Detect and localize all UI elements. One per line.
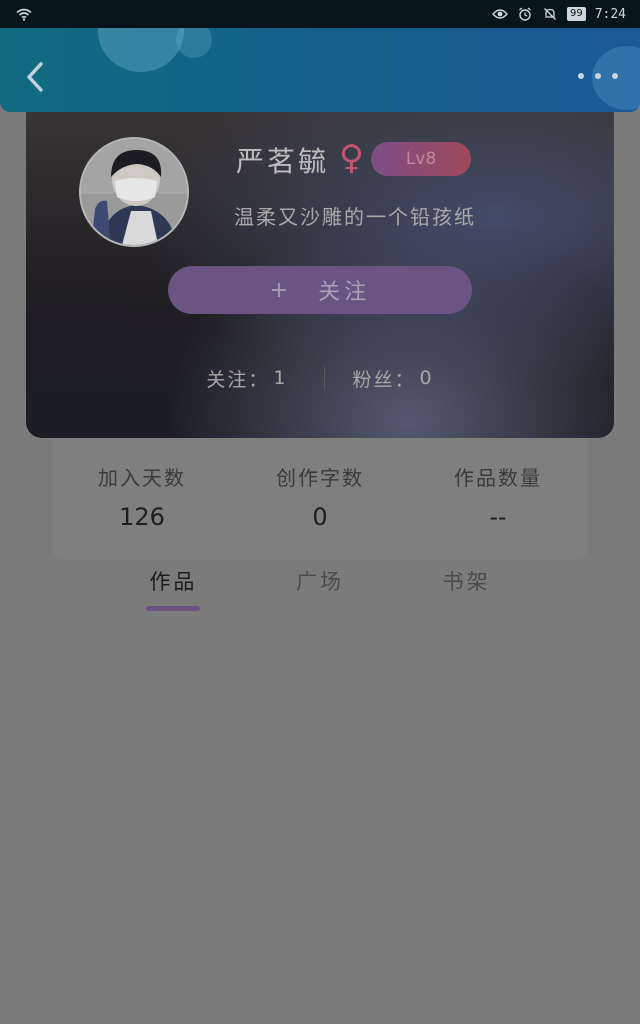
followers-label: 粉丝： (352, 368, 416, 391)
tab-bar: 作品 广场 书架 (100, 566, 540, 622)
tab-label: 书架 (442, 570, 491, 594)
stat-value: -- (489, 503, 507, 531)
more-dots-icon (595, 73, 601, 79)
stats-divider (323, 367, 325, 389)
follow-button[interactable]: + 关注 (168, 266, 472, 314)
tab-works[interactable]: 作品 (100, 566, 247, 622)
mute-icon (542, 7, 558, 21)
back-button[interactable] (20, 60, 50, 94)
following-label: 关注： (206, 368, 270, 391)
tab-indicator (293, 606, 347, 611)
status-right: 99 7:24 (492, 7, 626, 22)
following-count[interactable]: 关注： 1 (206, 365, 287, 392)
stat-value: 126 (119, 503, 165, 531)
following-value: 1 (273, 367, 288, 389)
status-left (16, 7, 32, 21)
stat-works-count: 作品数量 -- (448, 462, 548, 560)
more-button[interactable] (578, 66, 618, 86)
tab-label: 作品 (149, 570, 198, 594)
avatar[interactable] (79, 137, 189, 247)
follow-button-label: 关注 (318, 280, 371, 305)
more-dots-icon (578, 73, 584, 79)
stat-label: 作品数量 (454, 466, 542, 490)
battery-icon: 99 (566, 7, 586, 21)
stats-panel: 加入天数 126 创作字数 0 作品数量 -- (52, 438, 588, 560)
stat-label: 加入天数 (98, 466, 186, 490)
tab-square[interactable]: 广场 (247, 566, 394, 622)
alarm-icon (517, 7, 533, 21)
profile-card: 严茗毓 ♀ Lv8 温柔又沙雕的一个铅孩纸 + 关注 关注： 1 粉丝： 0 (26, 100, 614, 438)
decorative-bubble (176, 28, 212, 58)
tab-active-indicator (146, 606, 201, 611)
nickname: 严茗毓 (236, 145, 330, 178)
plus-icon: + (269, 277, 293, 303)
avatar-image (81, 139, 187, 245)
tab-label: 广场 (296, 570, 344, 594)
stat-join-days: 加入天数 126 (92, 462, 192, 560)
female-gender-icon: ♀ (339, 138, 364, 178)
follow-stats: 关注： 1 粉丝： 0 (26, 362, 614, 394)
status-time: 7:24 (594, 6, 626, 22)
chevron-left-icon (27, 62, 43, 92)
eye-icon (492, 7, 508, 21)
wifi-icon (16, 7, 32, 21)
tab-indicator (440, 606, 494, 611)
header-bar (0, 28, 640, 112)
decorative-bubble (98, 28, 184, 72)
stat-value: 0 (312, 503, 328, 531)
status-bar: 99 7:24 (0, 0, 640, 28)
stat-label: 创作字数 (276, 466, 364, 490)
followers-value: 0 (419, 367, 434, 389)
more-dots-icon (612, 73, 618, 79)
signature: 温柔又沙雕的一个铅孩纸 (234, 205, 476, 229)
stat-word-count: 创作字数 0 (270, 462, 370, 560)
followers-count[interactable]: 粉丝： 0 (353, 365, 434, 392)
tab-bookshelf[interactable]: 书架 (393, 566, 540, 622)
level-badge: Lv8 (371, 142, 471, 176)
